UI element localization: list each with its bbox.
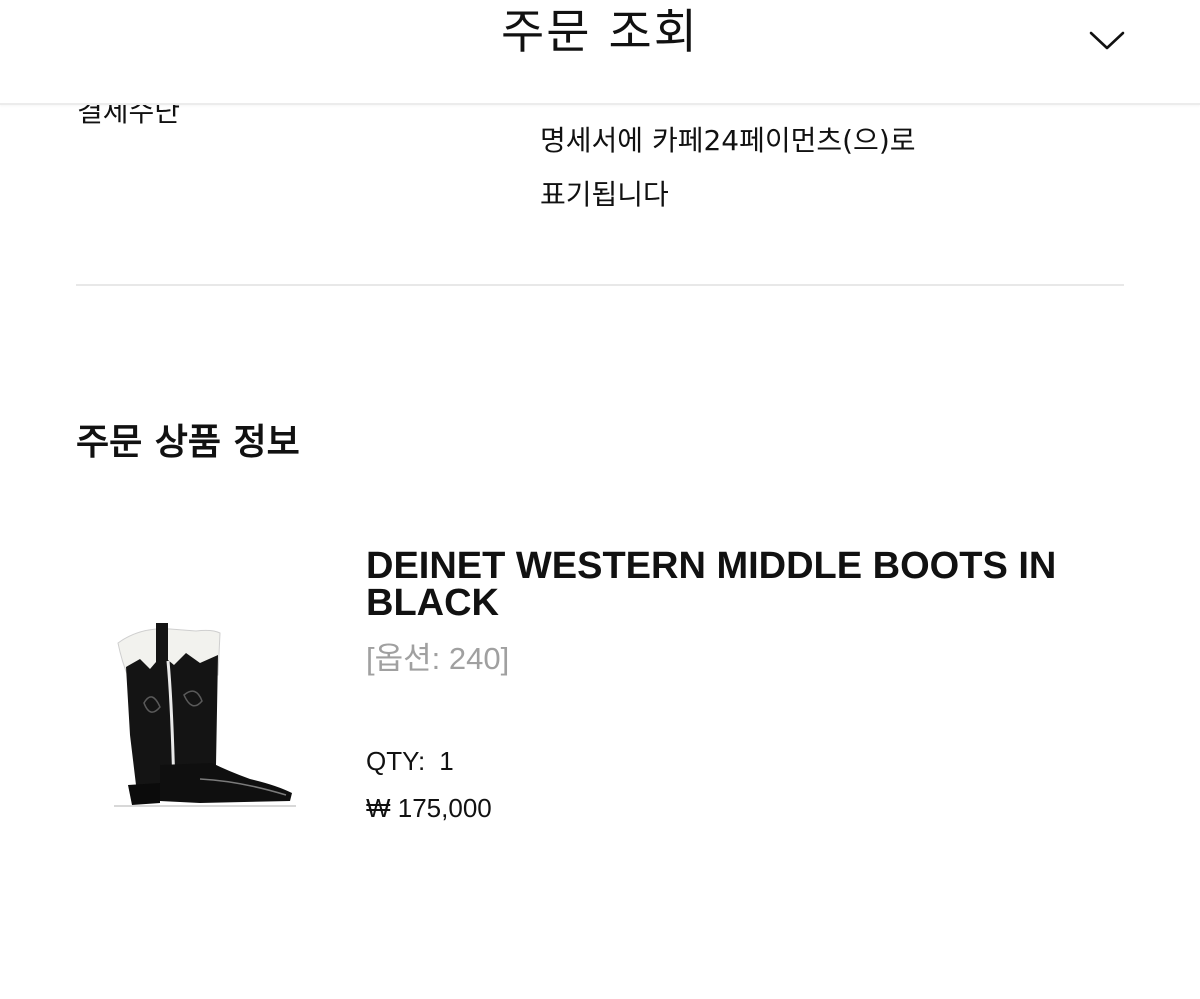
quantity-value: 1 [439, 746, 454, 776]
product-option: [옵션: 240] [366, 641, 510, 676]
chevron-down-icon[interactable] [1088, 26, 1126, 54]
order-items-title: 주문 상품 정보 [76, 422, 300, 463]
quantity-label: QTY: [366, 746, 426, 776]
payment-statement-note-cont: 표기됩니다 [540, 178, 669, 211]
quantity: QTY: 1 [366, 742, 454, 780]
section-divider [76, 284, 1124, 286]
western-boot-image[interactable] [100, 615, 310, 815]
product-name[interactable]: DEINET WESTERN MIDDLE BOOTS IN BLACK [366, 547, 1156, 622]
page-title: 주문 조회 [501, 5, 699, 60]
payment-statement-note: 명세서에 카페24페이먼츠(으)로 [540, 124, 916, 157]
page-header: 주문 조회 [0, 0, 1200, 105]
product-price: ₩ 175,000 [366, 793, 492, 823]
